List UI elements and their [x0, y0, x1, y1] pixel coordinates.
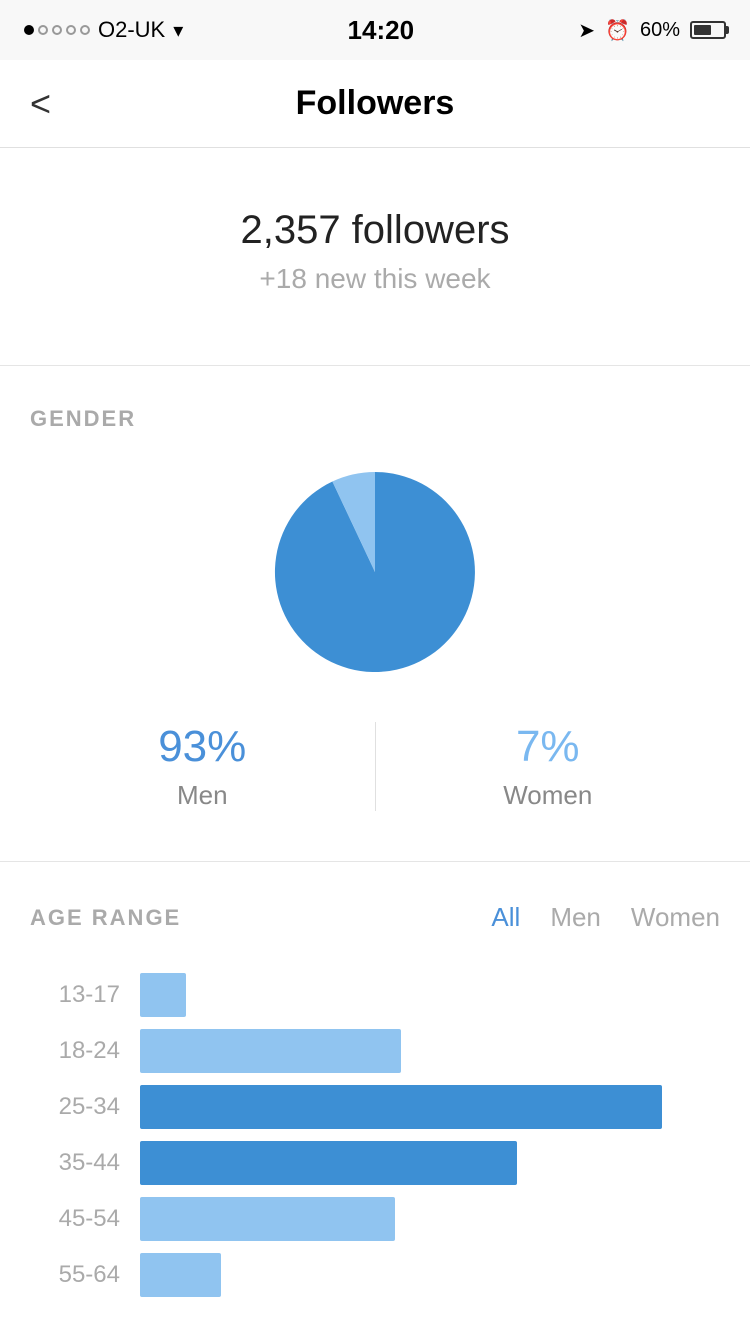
bar-track — [140, 1253, 720, 1297]
age-filter-group: All Men Women — [491, 902, 720, 933]
bar-row: 35-44 — [30, 1141, 720, 1185]
age-filter-all[interactable]: All — [491, 902, 520, 933]
women-stat: 7% Women — [376, 722, 721, 811]
bar-label: 18-24 — [30, 1037, 120, 1065]
wifi-icon: ▾ — [173, 18, 183, 43]
bar-row: 13-17 — [30, 973, 720, 1017]
signal-dot-1 — [24, 25, 34, 35]
status-right: ➤ ⏰ 60% — [578, 18, 726, 43]
back-button[interactable]: < — [30, 83, 51, 125]
bar-track — [140, 1029, 720, 1073]
battery-fill — [694, 25, 711, 35]
page-title: Followers — [296, 84, 455, 123]
bar-track — [140, 1197, 720, 1241]
gender-section: GENDER 93% Men 7% Women — [0, 366, 750, 861]
carrier-name: O2-UK — [98, 17, 165, 43]
signal-dot-5 — [80, 25, 90, 35]
bar-fill — [140, 1085, 662, 1129]
bar-label: 25-34 — [30, 1093, 120, 1121]
age-range-section: AGE RANGE All Men Women 13-17 18-24 25-34 3… — [0, 861, 750, 1337]
signal-dot-4 — [66, 25, 76, 35]
nav-bar: < Followers — [0, 60, 750, 148]
follower-count: 2,357 followers — [240, 208, 509, 253]
women-percentage: 7% — [516, 722, 580, 772]
bar-label: 13-17 — [30, 981, 120, 1009]
age-filter-men[interactable]: Men — [550, 902, 601, 933]
status-left: O2-UK ▾ — [24, 17, 183, 43]
bar-fill — [140, 1197, 395, 1241]
bar-track — [140, 1141, 720, 1185]
gender-pie-chart — [265, 462, 485, 682]
age-section-label: AGE RANGE — [30, 905, 491, 931]
alarm-icon: ⏰ — [605, 18, 630, 43]
men-stat: 93% Men — [30, 722, 376, 811]
battery-container — [690, 21, 726, 39]
women-label: Women — [503, 780, 592, 811]
gender-section-label: GENDER — [30, 406, 720, 432]
bar-row: 45-54 — [30, 1197, 720, 1241]
signal-dot-3 — [52, 25, 62, 35]
status-bar: O2-UK ▾ 14:20 ➤ ⏰ 60% — [0, 0, 750, 60]
age-header: AGE RANGE All Men Women — [30, 902, 720, 933]
age-bar-chart: 13-17 18-24 25-34 35-44 45-54 55-64 — [30, 973, 720, 1297]
pie-chart-container — [30, 462, 720, 682]
battery-pct: 60% — [640, 19, 680, 42]
bar-track — [140, 973, 720, 1017]
bar-label: 55-64 — [30, 1261, 120, 1289]
follower-new-this-week: +18 new this week — [259, 263, 490, 295]
followers-section: 2,357 followers +18 new this week — [0, 148, 750, 365]
bar-row: 25-34 — [30, 1085, 720, 1129]
bar-row: 18-24 — [30, 1029, 720, 1073]
status-time: 14:20 — [348, 15, 415, 46]
bar-fill — [140, 1029, 401, 1073]
location-icon: ➤ — [578, 18, 595, 43]
gender-stats: 93% Men 7% Women — [30, 722, 720, 811]
age-filter-women[interactable]: Women — [631, 902, 720, 933]
bar-label: 45-54 — [30, 1205, 120, 1233]
bar-row: 55-64 — [30, 1253, 720, 1297]
battery-icon — [690, 21, 726, 39]
bar-fill — [140, 1141, 517, 1185]
bar-fill — [140, 1253, 221, 1297]
bar-label: 35-44 — [30, 1149, 120, 1177]
men-label: Men — [177, 780, 228, 811]
signal-dot-2 — [38, 25, 48, 35]
men-percentage: 93% — [158, 722, 246, 772]
signal-dots — [24, 25, 90, 35]
bar-track — [140, 1085, 720, 1129]
bar-fill — [140, 973, 186, 1017]
